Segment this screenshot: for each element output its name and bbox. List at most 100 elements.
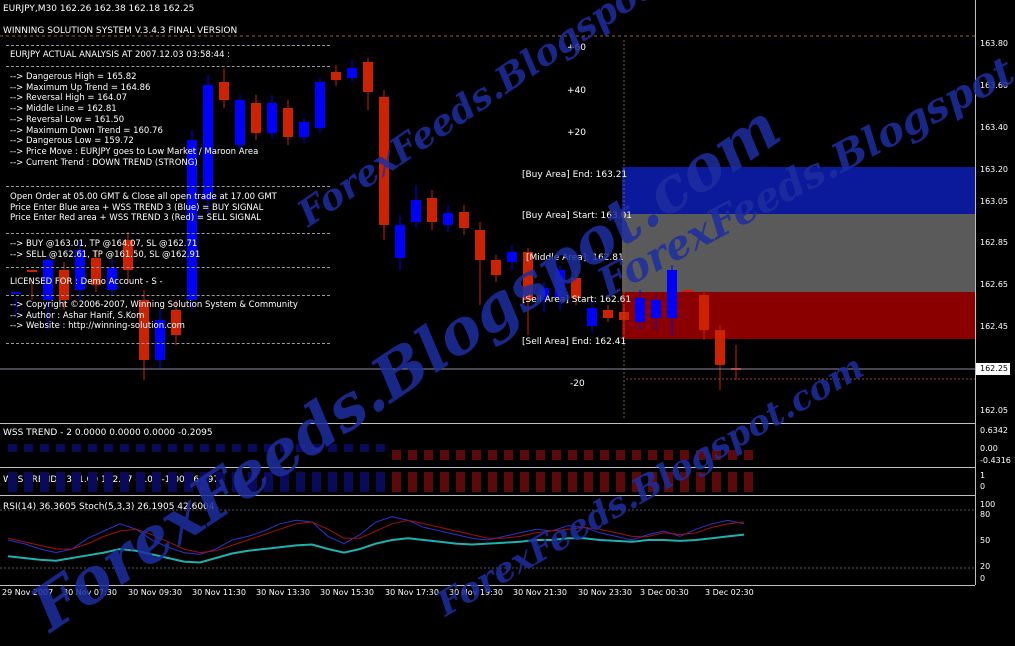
wss2-bar: [136, 444, 145, 452]
candle-body: [363, 62, 373, 92]
level-line: --> Reversal Low = 161.50: [10, 114, 125, 125]
time-tick: 30 Nov 15:30: [320, 588, 374, 597]
wss3-bar: [424, 472, 433, 492]
candle-body: [331, 72, 341, 80]
wss2-bar: [536, 450, 545, 460]
license-line: LICENSED FOR : Demo Account - S -: [10, 277, 163, 287]
wss3-bar: [488, 472, 497, 492]
wss2-bar: [392, 450, 401, 460]
wss3-bar: [536, 472, 545, 492]
wss2-bar: [440, 450, 449, 460]
wss2-bar: [152, 444, 161, 452]
wss3-bar: [360, 472, 369, 492]
wss3-bar: [728, 472, 737, 492]
price-tick: 163.40: [980, 123, 1008, 132]
current-price-label: 162.25: [980, 364, 1008, 373]
system-title: WINNING SOLUTION SYSTEM V.3.4.3 FINAL VE…: [3, 26, 238, 36]
wss3-bar: [136, 472, 145, 492]
price-tick: 162.05: [980, 406, 1008, 415]
wss2-bar: [360, 444, 369, 452]
wss2-histogram: [8, 444, 753, 460]
wss3-bar: [456, 472, 465, 492]
wss3-scale: 0: [980, 482, 986, 491]
rsi-scale: 50: [980, 536, 991, 545]
order-line: Price Enter Blue area + WSS TREND 3 (Blu…: [10, 202, 264, 213]
credit-line: --> Website : http://winning-solution.co…: [10, 321, 185, 332]
candle-body: [347, 68, 357, 78]
candle-body: [683, 290, 693, 292]
wss2-bar: [424, 450, 433, 460]
wss2-bar: [568, 450, 577, 460]
wss3-bar: [120, 472, 129, 492]
wss2-bar: [616, 450, 625, 460]
wss3-bar: [8, 472, 17, 492]
wss2-bar: [584, 450, 593, 460]
symbol-header: EURJPY,M30 162.26 162.38 162.18 162.25: [3, 4, 195, 14]
wss2-bar: [120, 444, 129, 452]
rsi-scale: 100: [980, 500, 996, 509]
wss3-bar: [72, 472, 81, 492]
wss2-bar: [552, 450, 561, 460]
wss3-scale: 1: [980, 471, 986, 480]
analysis-title: EURJPY ACTUAL ANALYSIS AT 2007.12.03 03:…: [10, 50, 231, 60]
wss3-bar: [24, 472, 33, 492]
level-line: --> Current Trend : DOWN TREND (STRONG): [10, 157, 198, 168]
candle-body: [587, 308, 597, 326]
wss2-bar: [200, 444, 209, 452]
wss2-bar: [24, 444, 33, 452]
level-line: --> Maximum Down Trend = 160.76: [10, 125, 163, 136]
wss3-bar: [88, 472, 97, 492]
wss3-bar: [472, 472, 481, 492]
level-line: --> Dangerous Low = 159.72: [10, 136, 134, 147]
wss2-bar: [184, 444, 193, 452]
wss3-bar: [104, 472, 113, 492]
wss3-bar: [328, 472, 337, 492]
wss2-bar: [600, 450, 609, 460]
candle-body: [603, 310, 613, 318]
wss3-bar: [344, 472, 353, 492]
wss3-bar: [504, 472, 513, 492]
candle-body: [411, 200, 421, 222]
candle-body: [699, 295, 709, 330]
wss2-scale: 0.00: [980, 444, 998, 453]
wss3-bar: [56, 472, 65, 492]
wss3-bar: [552, 472, 561, 492]
signal-line: --> SELL @162.61, TP @161.50, SL @162.91: [10, 249, 201, 260]
wss2-bar: [456, 450, 465, 460]
price-tick: 162.45: [980, 322, 1008, 331]
wss2-bar: [168, 444, 177, 452]
wss2-bar: [104, 444, 113, 452]
time-tick: 30 Nov 13:30: [256, 588, 310, 597]
order-line: Price Enter Red area + WSS TREND 3 (Red)…: [10, 213, 262, 224]
candle-body: [635, 298, 645, 322]
candle-body: [475, 230, 485, 260]
rsi-scale: 20: [980, 562, 991, 571]
wss2-bar: [56, 444, 65, 452]
rsi-scale: 80: [980, 510, 991, 519]
wss2-bar: [88, 444, 97, 452]
wss2-bar: [8, 444, 17, 452]
price-tick: 162.85: [980, 238, 1008, 247]
level-line: --> Price Move : EURJPY goes to Low Mark…: [10, 146, 259, 157]
buy-area-end-label: [Buy Area] End: 163.21: [522, 170, 628, 180]
time-tick: 3 Dec 02:30: [705, 588, 754, 597]
wss3-bar: [312, 472, 321, 492]
wss2-bar: [40, 444, 49, 452]
wss2-bar: [408, 450, 417, 460]
wss3-bar: [40, 472, 49, 492]
wss3-bar: [376, 472, 385, 492]
wss2-bar: [72, 444, 81, 452]
wss3-bar: [584, 472, 593, 492]
analysis-panel: EURJPY ACTUAL ANALYSIS AT 2007.12.03 03:…: [2, 45, 330, 345]
wss2-bar: [472, 450, 481, 460]
time-tick: 30 Nov 21:30: [513, 588, 567, 597]
time-tick: 30 Nov 23:30: [578, 588, 632, 597]
wss3-bar: [712, 472, 721, 492]
order-line: Open Order at 05.00 GMT & Close all open…: [10, 192, 277, 202]
candle-body: [667, 270, 677, 318]
price-tick: 162.65: [980, 280, 1008, 289]
price-tick: 163.05: [980, 197, 1008, 206]
candle-body: [459, 212, 469, 228]
wss3-bar: [408, 472, 417, 492]
wss2-bar: [632, 450, 641, 460]
